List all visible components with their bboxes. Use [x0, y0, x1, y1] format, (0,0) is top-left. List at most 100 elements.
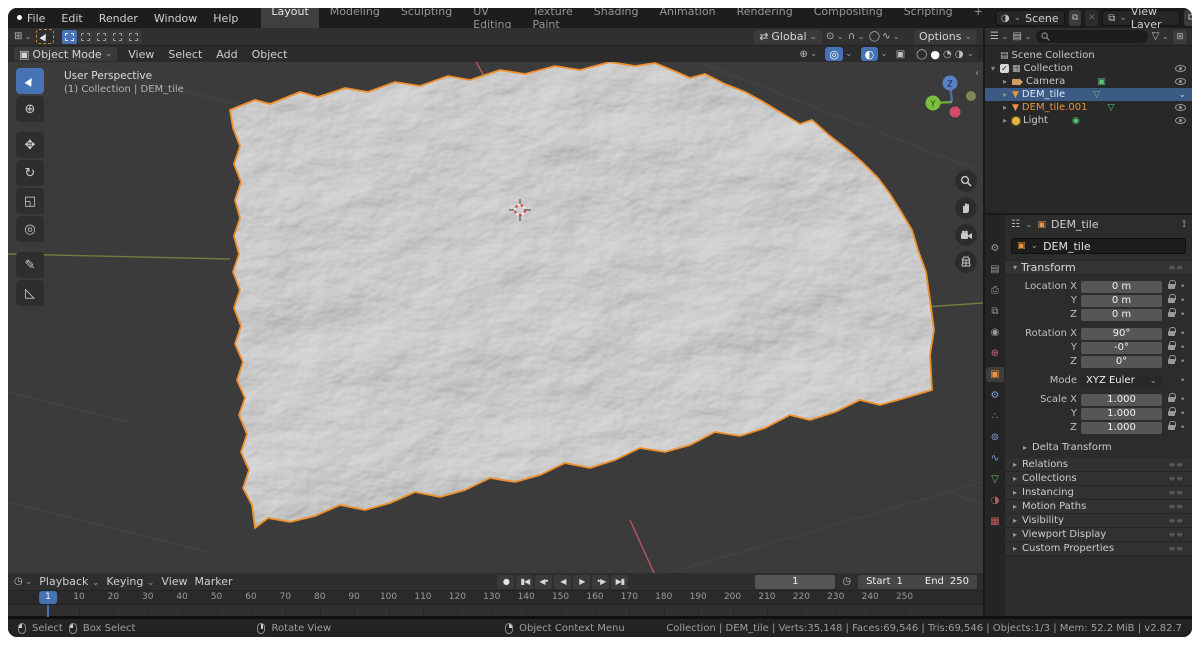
lock-icon[interactable]	[1168, 283, 1176, 290]
eye-icon[interactable]	[1175, 65, 1186, 72]
prev-keyframe-button[interactable]: ◀•	[535, 575, 552, 589]
editor-props-icon[interactable]: ☷	[1011, 219, 1020, 230]
expand-icon[interactable]: ▸	[1001, 90, 1009, 99]
menu-marker[interactable]: Marker	[195, 575, 233, 588]
scene-selector[interactable]: ◑⌄ Scene	[995, 10, 1065, 26]
jump-to-end-button[interactable]: ▶▮	[611, 575, 628, 589]
auto-keyframe-clock-icon[interactable]: ◷	[842, 576, 851, 587]
transform-orientation-dropdown[interactable]: ⇄ Global ⌄	[754, 30, 822, 44]
ptab-render[interactable]: ▤	[986, 262, 1004, 277]
outliner-row-collection[interactable]: ▾ ✓ ▦ Collection	[985, 62, 1192, 75]
ptab-modifiers[interactable]: ⚙	[986, 388, 1004, 403]
timeline-editor-selector[interactable]: ◷⌄	[14, 576, 32, 587]
active-tool-button[interactable]: ▶	[36, 29, 54, 44]
eye-icon[interactable]	[1175, 104, 1186, 111]
animate-dot[interactable]: •	[1180, 423, 1186, 433]
animate-dot[interactable]: •	[1180, 282, 1186, 292]
record-button[interactable]: ●	[497, 575, 514, 589]
ptab-physics[interactable]: ⊚	[986, 430, 1004, 445]
gizmos-dropdown[interactable]: ⊕⌄	[799, 49, 817, 60]
section-custom-properties[interactable]: ▸Custom Properties≡≡	[1005, 542, 1192, 556]
playhead[interactable]	[47, 605, 49, 617]
menu-tl-view[interactable]: View	[161, 575, 187, 588]
menu-file[interactable]: File	[20, 10, 52, 27]
menu-add[interactable]: Add	[213, 48, 240, 61]
object-name-field[interactable]: ▣ ⌄ DEM_tile	[1011, 238, 1186, 254]
tool-rotate[interactable]: ↻	[16, 160, 44, 186]
lock-icon[interactable]	[1168, 297, 1176, 304]
transform-panel-header[interactable]: ▾ Transform ≡≡	[1005, 260, 1192, 275]
scale-y-field[interactable]: 1.000	[1081, 408, 1162, 420]
animate-dot[interactable]: •	[1180, 409, 1186, 419]
ptab-tool[interactable]: ⚙	[986, 241, 1004, 256]
current-frame-field[interactable]: 1	[755, 575, 835, 589]
menu-render[interactable]: Render	[92, 10, 145, 27]
rotation-mode-dropdown[interactable]: XYZ Euler⌄	[1081, 375, 1162, 387]
timeline-ruler[interactable]: 1 10203040506070809010011012013014015016…	[8, 591, 983, 605]
lock-icon[interactable]	[1168, 358, 1176, 365]
shading-material-button[interactable]: ◔	[943, 49, 952, 60]
gizmo-x-neg-axis[interactable]	[950, 107, 961, 118]
animate-dot[interactable]: •	[1180, 296, 1186, 306]
ptab-texture[interactable]: ▦	[986, 514, 1004, 529]
scale-z-field[interactable]: 1.000	[1081, 422, 1162, 434]
ptab-material[interactable]: ◑	[986, 493, 1004, 508]
pin-icon[interactable]: ⟟	[1182, 219, 1186, 230]
view-layer-selector[interactable]: ⧉⌄ View Layer	[1102, 10, 1180, 26]
menu-view[interactable]: View	[125, 48, 157, 61]
xray-shading-dropdown[interactable]: ◐⌄	[861, 47, 888, 61]
animate-dot[interactable]: •	[1180, 343, 1186, 353]
new-view-layer-button[interactable]: ⧉	[1184, 10, 1192, 26]
collapse-region-icon[interactable]: ‹	[975, 68, 979, 79]
tool-transform[interactable]: ◎	[16, 216, 44, 242]
play-button[interactable]: ▶	[573, 575, 590, 589]
mode-dropdown[interactable]: ▣ Object Mode ⌄	[14, 47, 117, 61]
gizmo-axis-dot[interactable]	[966, 91, 976, 101]
section-collections[interactable]: ▸Collections≡≡	[1005, 472, 1192, 486]
select-mode-new[interactable]	[62, 30, 77, 44]
outliner-display-mode[interactable]: ☰⌄	[990, 31, 1009, 42]
outliner-scope-dropdown[interactable]: ▤⌄	[1013, 31, 1032, 42]
lock-icon[interactable]	[1168, 311, 1176, 318]
animate-dot[interactable]: •	[1180, 310, 1186, 320]
panel-grip-icon[interactable]: ≡≡	[1169, 263, 1184, 272]
ptab-particles[interactable]: ∴	[986, 409, 1004, 424]
collection-checkbox[interactable]: ✓	[1000, 64, 1009, 73]
menu-object[interactable]: Object	[249, 48, 291, 61]
play-reverse-button[interactable]: ◀	[554, 575, 571, 589]
viewport-3d[interactable]: Z Y User Perspective (1) Collection | DE…	[8, 62, 983, 573]
snap-toggle[interactable]: ∩ ⌄	[848, 31, 865, 42]
xray-toggle[interactable]: ▣	[896, 49, 905, 60]
section-relations[interactable]: ▸Relations≡≡	[1005, 458, 1192, 472]
expand-icon[interactable]: ▸	[1001, 116, 1009, 125]
new-scene-button[interactable]: ⧉	[1069, 10, 1082, 26]
eye-icon[interactable]	[1175, 78, 1186, 85]
delete-scene-button[interactable]: ✕	[1085, 10, 1098, 26]
outliner-row-dem-tile-001[interactable]: ▸ ▼ DEM_tile.001 ▽	[985, 101, 1192, 114]
location-x-field[interactable]: 0 m	[1081, 281, 1162, 293]
ptab-scene[interactable]: ◉	[986, 325, 1004, 340]
select-mode-subtract[interactable]	[94, 30, 109, 44]
overlays-toggle[interactable]: ◎⌄	[825, 47, 852, 61]
orthographic-toggle-button[interactable]	[955, 251, 977, 273]
ptab-object-data[interactable]: ▽	[986, 472, 1004, 487]
outliner-row-dem-tile[interactable]: ▸ ▼ DEM_tile ▽ ⌄	[985, 88, 1192, 101]
options-dropdown[interactable]: Options ⌄	[914, 30, 977, 44]
menu-help[interactable]: Help	[206, 10, 245, 27]
animate-dot[interactable]: •	[1180, 357, 1186, 367]
rotation-x-field[interactable]: 90°	[1081, 328, 1162, 340]
outliner-row-light[interactable]: ▸ Light ◉	[985, 114, 1192, 127]
menu-playback[interactable]: Playback ⌄	[39, 575, 99, 588]
animate-dot[interactable]: •	[1180, 329, 1186, 339]
tool-cursor[interactable]: ⊕	[16, 96, 44, 122]
collapse-icon[interactable]: ▾	[989, 64, 997, 73]
lock-icon[interactable]	[1168, 330, 1176, 337]
tool-annotate[interactable]: ✎	[16, 252, 44, 278]
scale-x-field[interactable]: 1.000	[1081, 394, 1162, 406]
section-visibility[interactable]: ▸Visibility≡≡	[1005, 514, 1192, 528]
lock-icon[interactable]	[1168, 344, 1176, 351]
expand-icon[interactable]: ▸	[1001, 103, 1009, 112]
section-delta-transform[interactable]: ▸Delta Transform	[1005, 440, 1192, 454]
menu-edit[interactable]: Edit	[54, 10, 89, 27]
ptab-output[interactable]: ⎙	[986, 283, 1004, 298]
